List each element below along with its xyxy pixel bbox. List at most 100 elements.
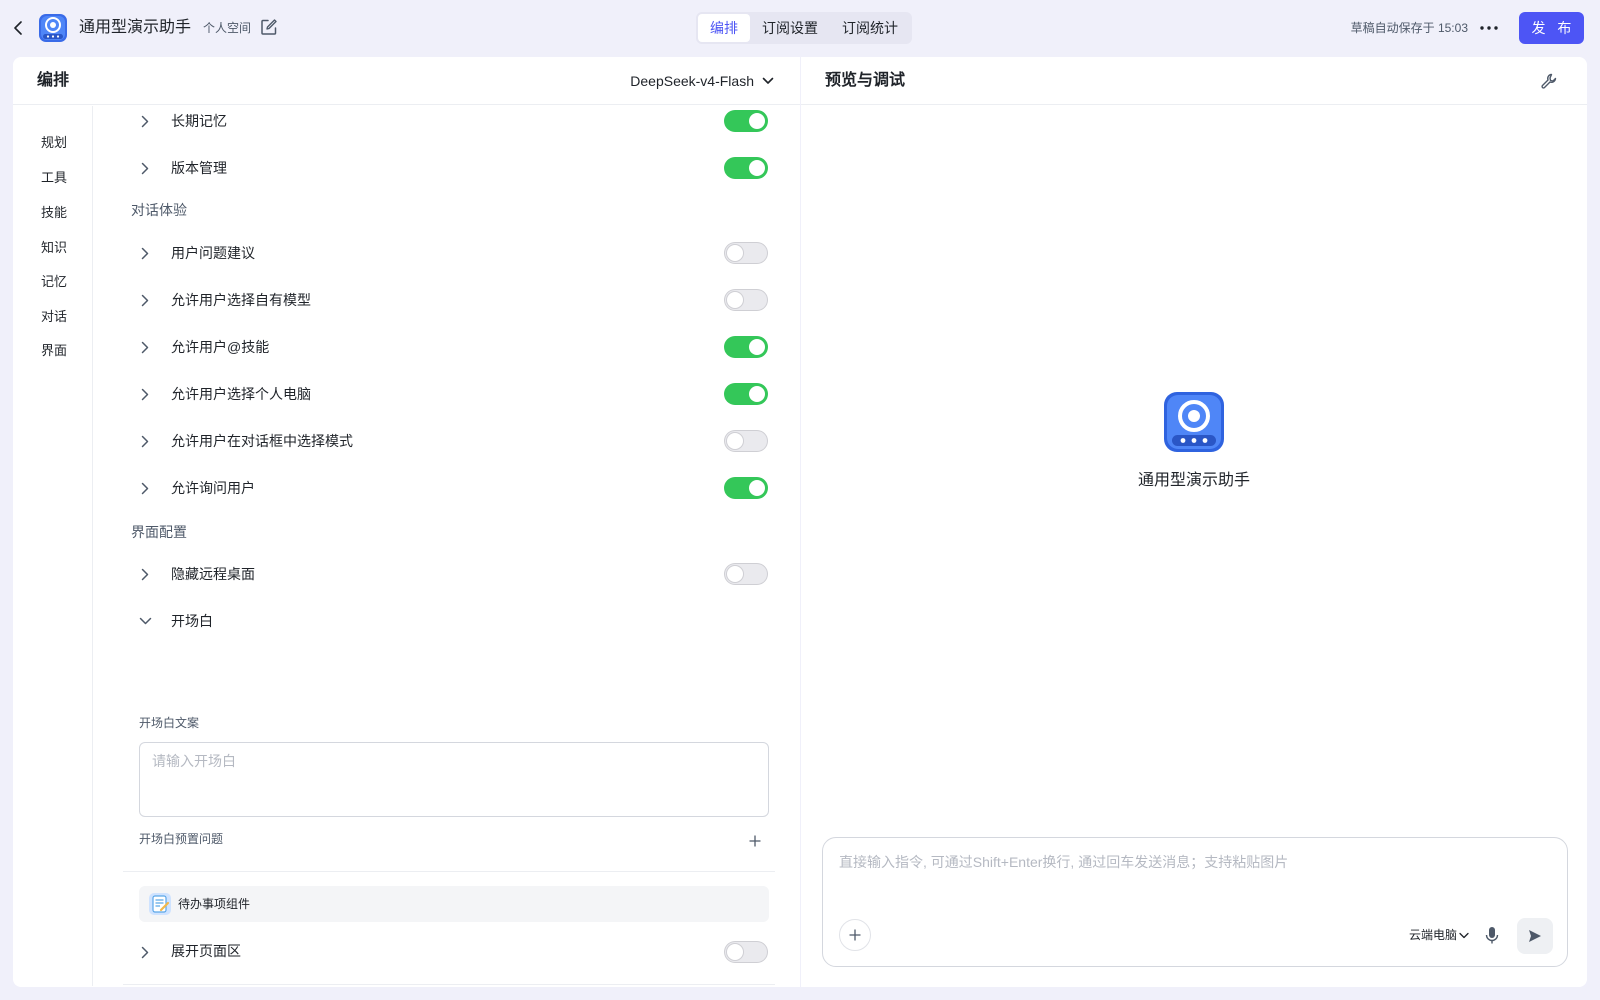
- chevron-right-icon[interactable]: [138, 567, 152, 581]
- wrench-icon[interactable]: [1540, 72, 1558, 90]
- side-nav-planning[interactable]: 规划: [41, 134, 67, 152]
- autosave-status: 草稿自动保存于 15:03: [1350, 21, 1468, 35]
- side-nav-interface[interactable]: 界面: [41, 342, 67, 360]
- setting-label: 开场白: [171, 613, 213, 629]
- space-label: 个人空间: [203, 21, 252, 35]
- chevron-right-icon[interactable]: [138, 293, 152, 307]
- setting-row-question-suggestions: 用户问题建议: [93, 236, 773, 270]
- side-nav-memory[interactable]: 记忆: [41, 273, 67, 291]
- model-name: DeepSeek-v4-Flash: [630, 73, 754, 89]
- chevron-right-icon[interactable]: [138, 114, 152, 128]
- top-bar: 通用型演示助手 个人空间 编排 订阅设置 订阅统计 草稿自动保存于 15:03 …: [0, 0, 1600, 56]
- mic-icon[interactable]: [1483, 925, 1501, 945]
- opening-text-input[interactable]: [139, 742, 769, 817]
- send-icon: [1529, 930, 1541, 942]
- setting-row-version-management: 版本管理: [93, 151, 773, 185]
- divider: [123, 984, 775, 985]
- side-nav: 规划 工具 技能 知识 记忆 对话 界面: [13, 106, 93, 986]
- setting-label: 允许用户在对话框中选择模式: [171, 433, 353, 449]
- device-label: 云端电脑: [1409, 928, 1458, 942]
- toggle-select-mode[interactable]: [724, 430, 768, 452]
- toggle-question-suggestions[interactable]: [724, 242, 768, 264]
- chevron-right-icon[interactable]: [138, 340, 152, 354]
- add-preset-question-button[interactable]: [747, 833, 763, 849]
- more-button[interactable]: [1478, 18, 1500, 38]
- device-select[interactable]: 云端电脑: [1409, 926, 1469, 944]
- setting-row-at-skills: 允许用户@技能: [93, 330, 773, 364]
- side-nav-knowledge[interactable]: 知识: [41, 239, 67, 257]
- tab-subscription-settings[interactable]: 订阅设置: [750, 14, 830, 42]
- side-nav-tools[interactable]: 工具: [41, 169, 67, 187]
- setting-row-ask-user: 允许询问用户: [93, 471, 773, 505]
- plus-icon: [749, 835, 761, 847]
- more-icon: [1480, 26, 1498, 30]
- setting-label: 允许用户@技能: [171, 339, 270, 355]
- chevron-right-icon[interactable]: [138, 387, 152, 401]
- model-select[interactable]: DeepSeek-v4-Flash: [630, 71, 774, 91]
- chevron-down-icon: [1459, 932, 1469, 938]
- preview-header: 预览与调试: [801, 57, 1587, 105]
- divider: [123, 871, 775, 872]
- widget-label: 待办事项组件: [178, 897, 251, 911]
- plus-icon: [849, 929, 861, 941]
- section-interface: 界面配置: [131, 524, 187, 540]
- chevron-right-icon[interactable]: [138, 246, 152, 260]
- toggle-at-skills[interactable]: [724, 336, 768, 358]
- toggle-personal-computer[interactable]: [724, 383, 768, 405]
- setting-label: 允许用户选择个人电脑: [171, 386, 311, 402]
- attach-button[interactable]: [839, 919, 871, 951]
- setting-row-select-mode: 允许用户在对话框中选择模式: [93, 424, 773, 458]
- chevron-down-icon[interactable]: [138, 614, 152, 628]
- setting-row-opening: 开场白: [93, 604, 773, 638]
- chevron-right-icon[interactable]: [138, 481, 152, 495]
- opening-preset-label: 开场白预置问题: [139, 832, 224, 846]
- back-icon: [14, 21, 22, 35]
- app-name: 通用型演示助手: [79, 19, 192, 36]
- edit-icon[interactable]: [260, 18, 278, 36]
- chevron-right-icon[interactable]: [138, 945, 152, 959]
- widget-icon: [149, 893, 171, 915]
- setting-label: 展开页面区: [171, 943, 241, 959]
- setting-label: 用户问题建议: [171, 245, 255, 261]
- opening-copy-label: 开场白文案: [139, 716, 200, 730]
- toggle-long-term-memory[interactable]: [724, 110, 768, 132]
- toggle-ask-user[interactable]: [724, 477, 768, 499]
- setting-label: 版本管理: [171, 160, 227, 176]
- bot-name: 通用型演示助手: [1137, 472, 1250, 489]
- setting-row-own-model: 允许用户选择自有模型: [93, 283, 773, 317]
- preview-title: 预览与调试: [825, 72, 906, 89]
- orchestration-panel: 编排 DeepSeek-v4-Flash 规划 工具 技能 知识 记忆 对话 界…: [13, 57, 800, 987]
- tab-subscription-stats[interactable]: 订阅统计: [830, 14, 910, 42]
- toggle-version-management[interactable]: [724, 157, 768, 179]
- chevron-right-icon[interactable]: [138, 434, 152, 448]
- settings-content: 长期记忆 版本管理 对话体验 用户问题建议 允许用户选择自有模型 允许用户@技能…: [93, 106, 800, 986]
- toggle-hide-remote-desktop[interactable]: [724, 563, 768, 585]
- toggle-own-model[interactable]: [724, 289, 768, 311]
- setting-label: 隐藏远程桌面: [171, 566, 255, 582]
- setting-row-long-term-memory: 长期记忆: [93, 104, 773, 138]
- chat-composer: 云端电脑: [822, 837, 1568, 967]
- top-tabs: 编排 订阅设置 订阅统计: [696, 12, 912, 44]
- setting-row-personal-computer: 允许用户选择个人电脑: [93, 377, 773, 411]
- side-nav-skills[interactable]: 技能: [41, 204, 67, 222]
- app-logo-icon: [39, 14, 67, 42]
- setting-label: 长期记忆: [171, 113, 227, 129]
- side-nav-conversation[interactable]: 对话: [41, 308, 67, 326]
- back-button[interactable]: [8, 16, 30, 40]
- panel-title: 编排: [37, 72, 70, 89]
- chevron-down-icon: [762, 77, 774, 84]
- bot-avatar-icon: [1164, 392, 1224, 452]
- send-button[interactable]: [1517, 918, 1553, 954]
- toggle-expand-page-area[interactable]: [724, 941, 768, 963]
- tab-orchestration[interactable]: 编排: [698, 14, 750, 42]
- page-widget-item[interactable]: 待办事项组件: [139, 886, 769, 922]
- preview-panel: 预览与调试 通用型演示助手 云端电脑: [801, 57, 1587, 987]
- section-conversation: 对话体验: [131, 202, 187, 218]
- chevron-right-icon[interactable]: [138, 161, 152, 175]
- publish-button[interactable]: 发 布: [1519, 12, 1584, 44]
- setting-row-hide-remote-desktop: 隐藏远程桌面: [93, 557, 773, 591]
- setting-label: 允许询问用户: [171, 480, 255, 496]
- setting-label: 允许用户选择自有模型: [171, 292, 311, 308]
- setting-row-expand-page-area: 展开页面区: [93, 935, 773, 969]
- chat-input[interactable]: [839, 852, 1539, 892]
